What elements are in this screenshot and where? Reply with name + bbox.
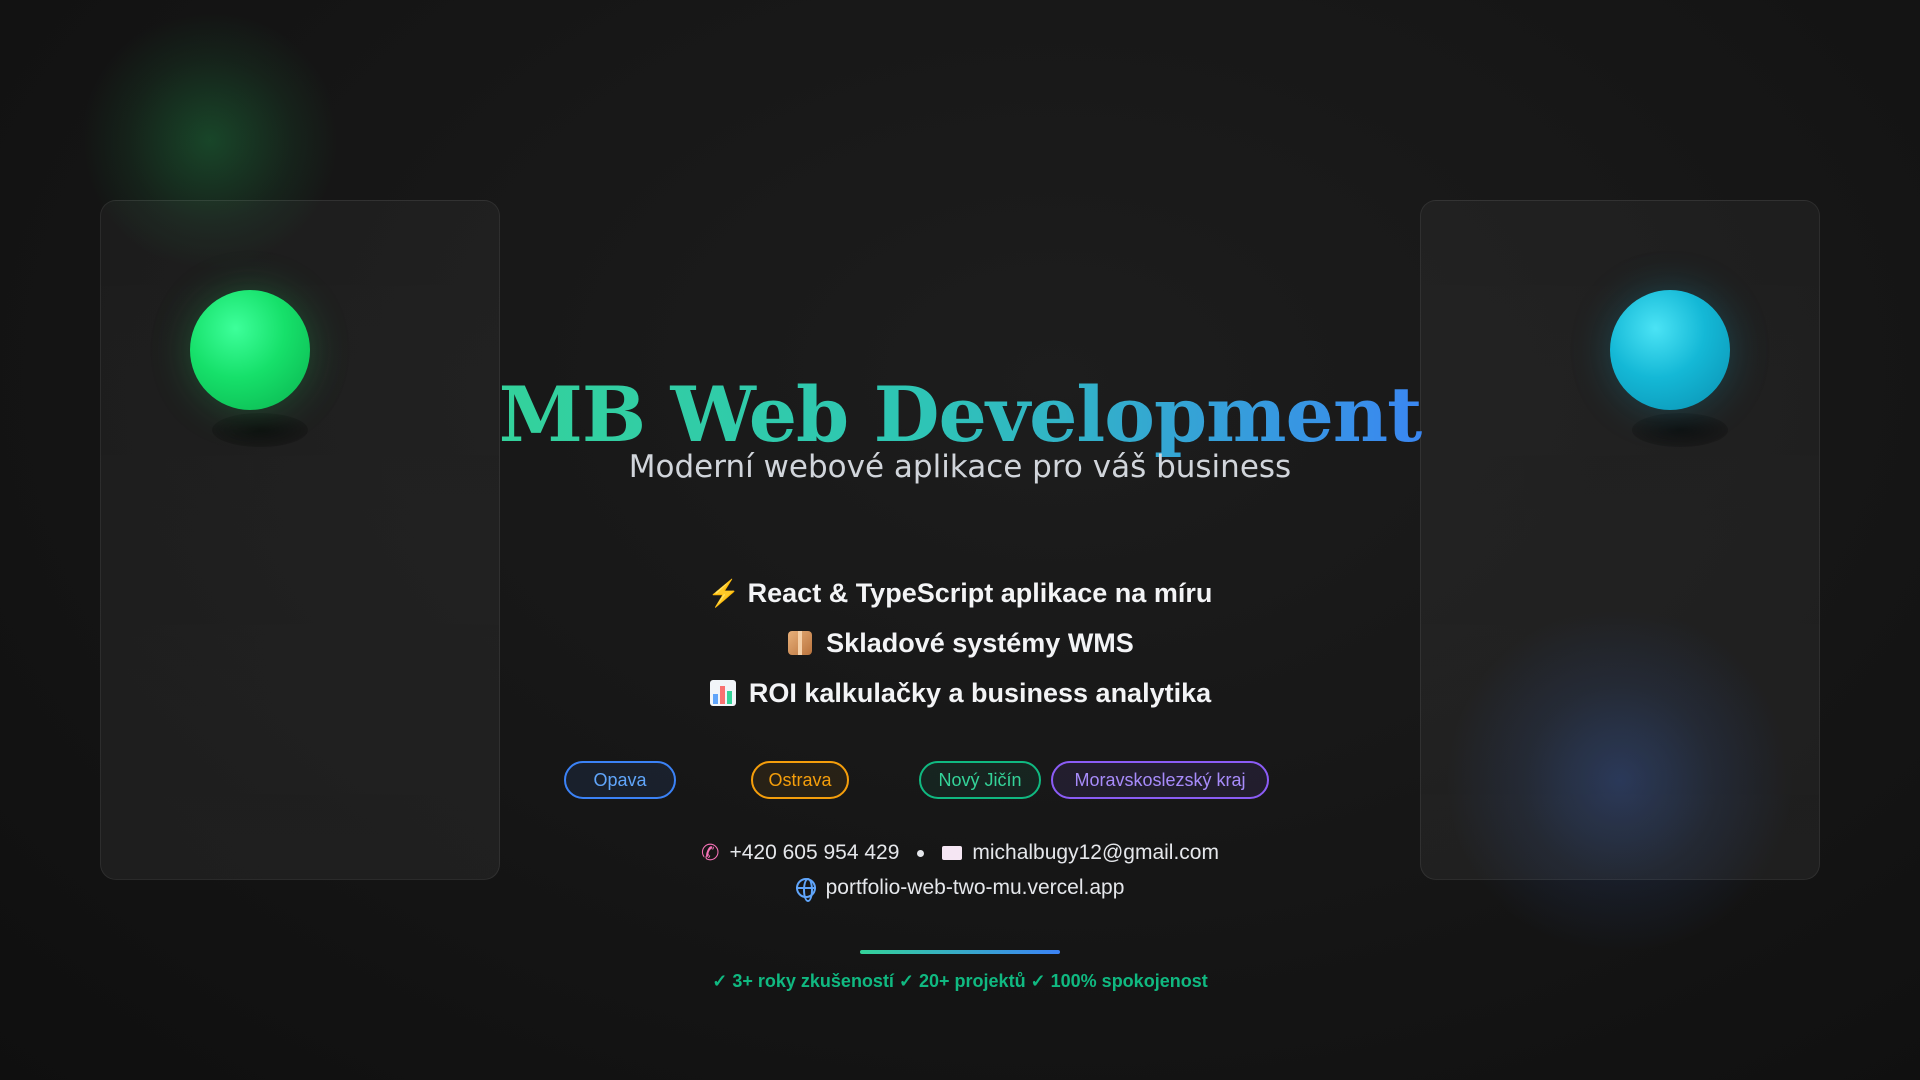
- feature-label: Skladové systémy WMS: [826, 627, 1134, 658]
- gradient-divider: [860, 950, 1060, 954]
- feature-item-roi: ROI kalkulačky a business analytika: [560, 668, 1360, 718]
- phone-icon: ✆: [701, 840, 720, 865]
- page-subtitle: Moderní webové aplikace pro váš business: [628, 449, 1292, 485]
- feature-label: React & TypeScript aplikace na míru: [747, 577, 1213, 608]
- separator-dot: [917, 849, 925, 857]
- package-icon: [786, 629, 814, 657]
- tag-moravskoslezsky-kraj: Moravskoslezský kraj: [1051, 761, 1269, 799]
- tag-opava: Opava: [564, 761, 676, 799]
- website-row: portfolio-web-two-mu.vercel.app: [460, 873, 1460, 903]
- tag-novy-jicin: Nový Jičín: [919, 761, 1041, 799]
- hero: MB Web Development Moderní webové aplika…: [0, 0, 1920, 1080]
- page-title: MB Web Development: [460, 370, 1460, 460]
- feature-label: ROI kalkulačky a business analytika: [748, 677, 1212, 708]
- bar-chart-icon: [709, 679, 737, 707]
- email-address[interactable]: michalbugy12@gmail.com: [972, 841, 1219, 865]
- stats-line: ✓ 3+ roky zkušeností ✓ 20+ projektů ✓ 10…: [712, 971, 1208, 991]
- tag-ostrava: Ostrava: [751, 761, 849, 799]
- contact-row: ✆ +420 605 954 429 michalbugy12@gmail.co…: [460, 838, 1460, 868]
- website-link[interactable]: portfolio-web-two-mu.vercel.app: [826, 876, 1125, 900]
- phone-number[interactable]: +420 605 954 429: [729, 841, 899, 865]
- location-tags: Opava Ostrava Nový Jičín Moravskoslezský…: [0, 761, 1920, 799]
- mail-icon: [942, 846, 963, 860]
- feature-item-react: ⚡ React & TypeScript aplikace na míru: [560, 568, 1360, 618]
- feature-item-wms: Skladové systémy WMS: [560, 618, 1360, 668]
- feature-list: ⚡ React & TypeScript aplikace na míru Sk…: [560, 568, 1360, 718]
- lightning-icon: ⚡: [707, 578, 741, 608]
- globe-icon: [795, 878, 816, 902]
